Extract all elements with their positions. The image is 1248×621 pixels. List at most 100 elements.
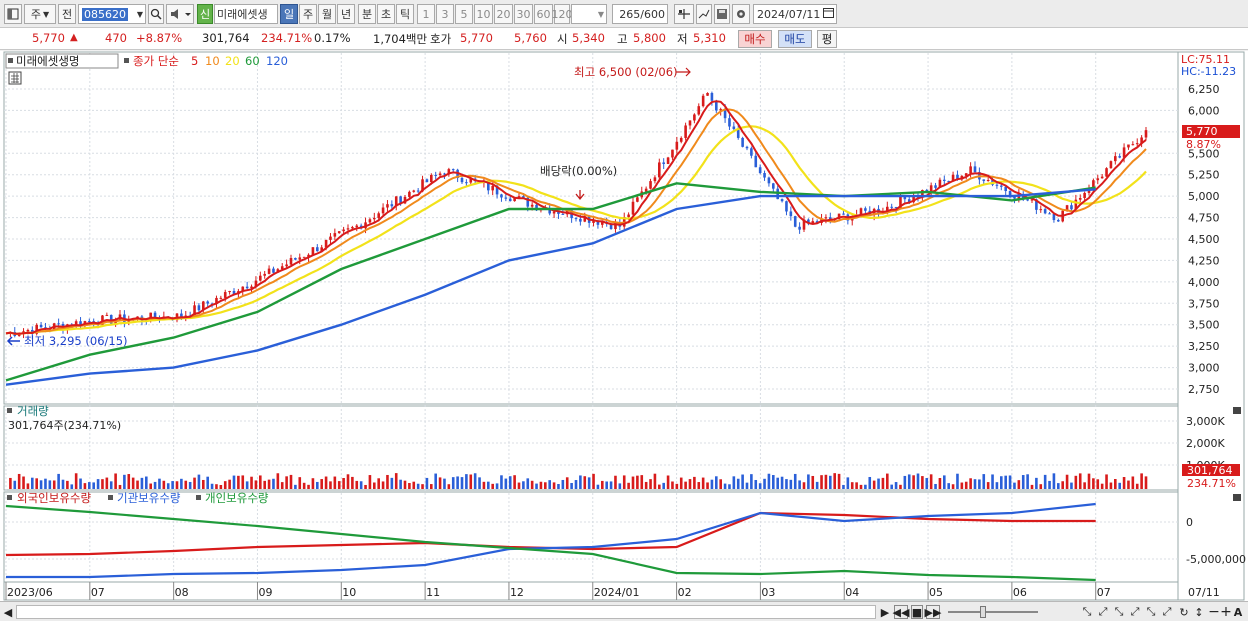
zoom-out-icon[interactable]: − xyxy=(1208,604,1220,620)
period-second-tab[interactable]: 초 xyxy=(377,4,395,24)
period-month-tab[interactable]: 월 xyxy=(318,4,336,24)
eval-button[interactable]: 평 xyxy=(817,30,837,48)
disk-icon[interactable] xyxy=(714,4,730,24)
pan-icon[interactable]: ↕ xyxy=(1193,605,1205,619)
trend-tool-icon[interactable] xyxy=(696,4,712,24)
high-price: 5,800 xyxy=(633,31,666,45)
time-axis-label: 09 xyxy=(258,586,272,599)
volume-bar xyxy=(294,484,297,489)
candle-body xyxy=(1105,168,1108,177)
volume-bar xyxy=(127,474,131,489)
volume-bar xyxy=(1017,480,1021,489)
turnover-rate: 0.17% xyxy=(314,31,351,45)
period-minute-tab[interactable]: 분 xyxy=(358,4,376,24)
volume-bar xyxy=(535,483,538,489)
volume-bar xyxy=(421,484,424,489)
scroll-track[interactable] xyxy=(16,605,876,619)
volume-bar xyxy=(491,483,494,489)
speaker-icon[interactable] xyxy=(166,4,194,24)
candle-body xyxy=(750,148,753,156)
price-axis-label: 2,750 xyxy=(1188,383,1220,396)
volume-bar xyxy=(925,478,929,489)
minute-20-button[interactable]: 20 xyxy=(494,4,513,24)
volume-bar xyxy=(48,480,52,489)
candle-body xyxy=(1026,199,1029,201)
scroll-left-icon[interactable]: ◀ xyxy=(2,605,14,619)
holdings-panel[interactable] xyxy=(3,491,1179,583)
volume-bar xyxy=(351,476,354,489)
minute-60-button[interactable]: 60 xyxy=(534,4,553,24)
volume-bar xyxy=(114,473,117,489)
crosshair-icon[interactable] xyxy=(674,4,694,24)
chevron-down-icon: ▼ xyxy=(136,9,143,19)
chart-area[interactable]: 6,2506,0005,7505,5005,2505,0004,7504,500… xyxy=(0,51,1248,601)
candle-body xyxy=(1114,156,1117,162)
stock-code-input[interactable]: 085620 ▼ xyxy=(78,4,146,24)
draw-tool-icon[interactable]: ⤡ xyxy=(1112,605,1126,619)
layout-icon[interactable] xyxy=(4,4,22,24)
draw-tool-icon[interactable]: ⤢ xyxy=(1160,605,1174,619)
minute-3-button[interactable]: 3 xyxy=(436,4,454,24)
zoom-slider-thumb[interactable] xyxy=(980,606,986,618)
candle-body xyxy=(934,185,937,188)
stock-name-field[interactable]: 미래에셋생 xyxy=(214,4,278,24)
count-field[interactable]: 265/600 xyxy=(612,4,668,24)
volume-bar xyxy=(61,479,65,489)
volume-bar xyxy=(649,479,652,489)
candle-body xyxy=(228,290,231,293)
volume-bar xyxy=(833,473,836,489)
volume-bar xyxy=(175,481,179,489)
candle-body xyxy=(346,228,350,230)
volume-bar xyxy=(728,484,731,489)
price-axis-label: 3,500 xyxy=(1188,319,1220,332)
candle-body xyxy=(780,199,784,202)
first-icon[interactable]: ◀◀ xyxy=(893,605,909,619)
draw-tool-icon[interactable]: ⤢ xyxy=(1096,605,1110,619)
candle-body xyxy=(732,126,736,129)
panel-close-icon[interactable] xyxy=(1233,407,1241,414)
time-axis-label: 07 xyxy=(91,586,105,599)
price-panel[interactable] xyxy=(3,51,1179,405)
candle-body xyxy=(631,201,635,215)
volume-bar xyxy=(745,482,749,489)
candle-body xyxy=(1043,209,1047,214)
volume-bar xyxy=(548,480,551,489)
font-size-icon[interactable]: A xyxy=(1232,605,1244,619)
volume-bar xyxy=(820,475,823,489)
type-tab[interactable]: 전 xyxy=(58,4,76,24)
refresh-icon[interactable]: ↻ xyxy=(1178,605,1190,619)
volume-bar xyxy=(123,474,126,489)
chart-canvas[interactable]: 6,2506,0005,7505,5005,2505,0004,7504,500… xyxy=(0,51,1248,601)
period-week-tab[interactable]: 주 xyxy=(299,4,317,24)
new-badge[interactable]: 신 xyxy=(197,4,213,24)
ma-legend-10: 10 xyxy=(205,54,220,68)
last-icon[interactable]: ▶▶ xyxy=(925,605,941,619)
buy-button[interactable]: 매수 xyxy=(738,30,772,48)
period-day-tab[interactable]: 일 xyxy=(280,4,298,24)
minute-1-button[interactable]: 1 xyxy=(417,4,435,24)
date-field[interactable]: 2024/07/11 xyxy=(753,4,837,24)
search-icon[interactable] xyxy=(148,4,164,24)
minute-120-button[interactable]: 120 xyxy=(552,4,573,24)
draw-tool-icon[interactable]: ⤡ xyxy=(1080,605,1094,619)
scroll-right-icon[interactable]: ▶ xyxy=(880,605,890,619)
zoom-slider[interactable] xyxy=(948,611,1038,613)
sell-button[interactable]: 매도 xyxy=(778,30,812,48)
volume-bar xyxy=(333,476,337,489)
period-tick-tab[interactable]: 틱 xyxy=(396,4,414,24)
stop-icon[interactable]: ■ xyxy=(911,605,923,619)
zoom-in-icon[interactable]: + xyxy=(1220,604,1232,620)
draw-tool-icon[interactable]: ⤢ xyxy=(1128,605,1142,619)
draw-tool-icon[interactable]: ⤡ xyxy=(1144,605,1158,619)
custom-period-input[interactable]: ▼ xyxy=(571,4,607,24)
gear-icon[interactable] xyxy=(732,4,750,24)
panel-close-icon[interactable] xyxy=(1233,494,1241,501)
candle-body xyxy=(434,174,437,176)
period-year-tab[interactable]: 년 xyxy=(337,4,355,24)
minute-5-button[interactable]: 5 xyxy=(455,4,473,24)
volume-bar xyxy=(447,484,451,489)
minute-30-button[interactable]: 30 xyxy=(514,4,533,24)
candle-body xyxy=(649,181,652,189)
market-select[interactable]: 주 ▼ xyxy=(24,4,56,24)
minute-10-button[interactable]: 10 xyxy=(474,4,493,24)
